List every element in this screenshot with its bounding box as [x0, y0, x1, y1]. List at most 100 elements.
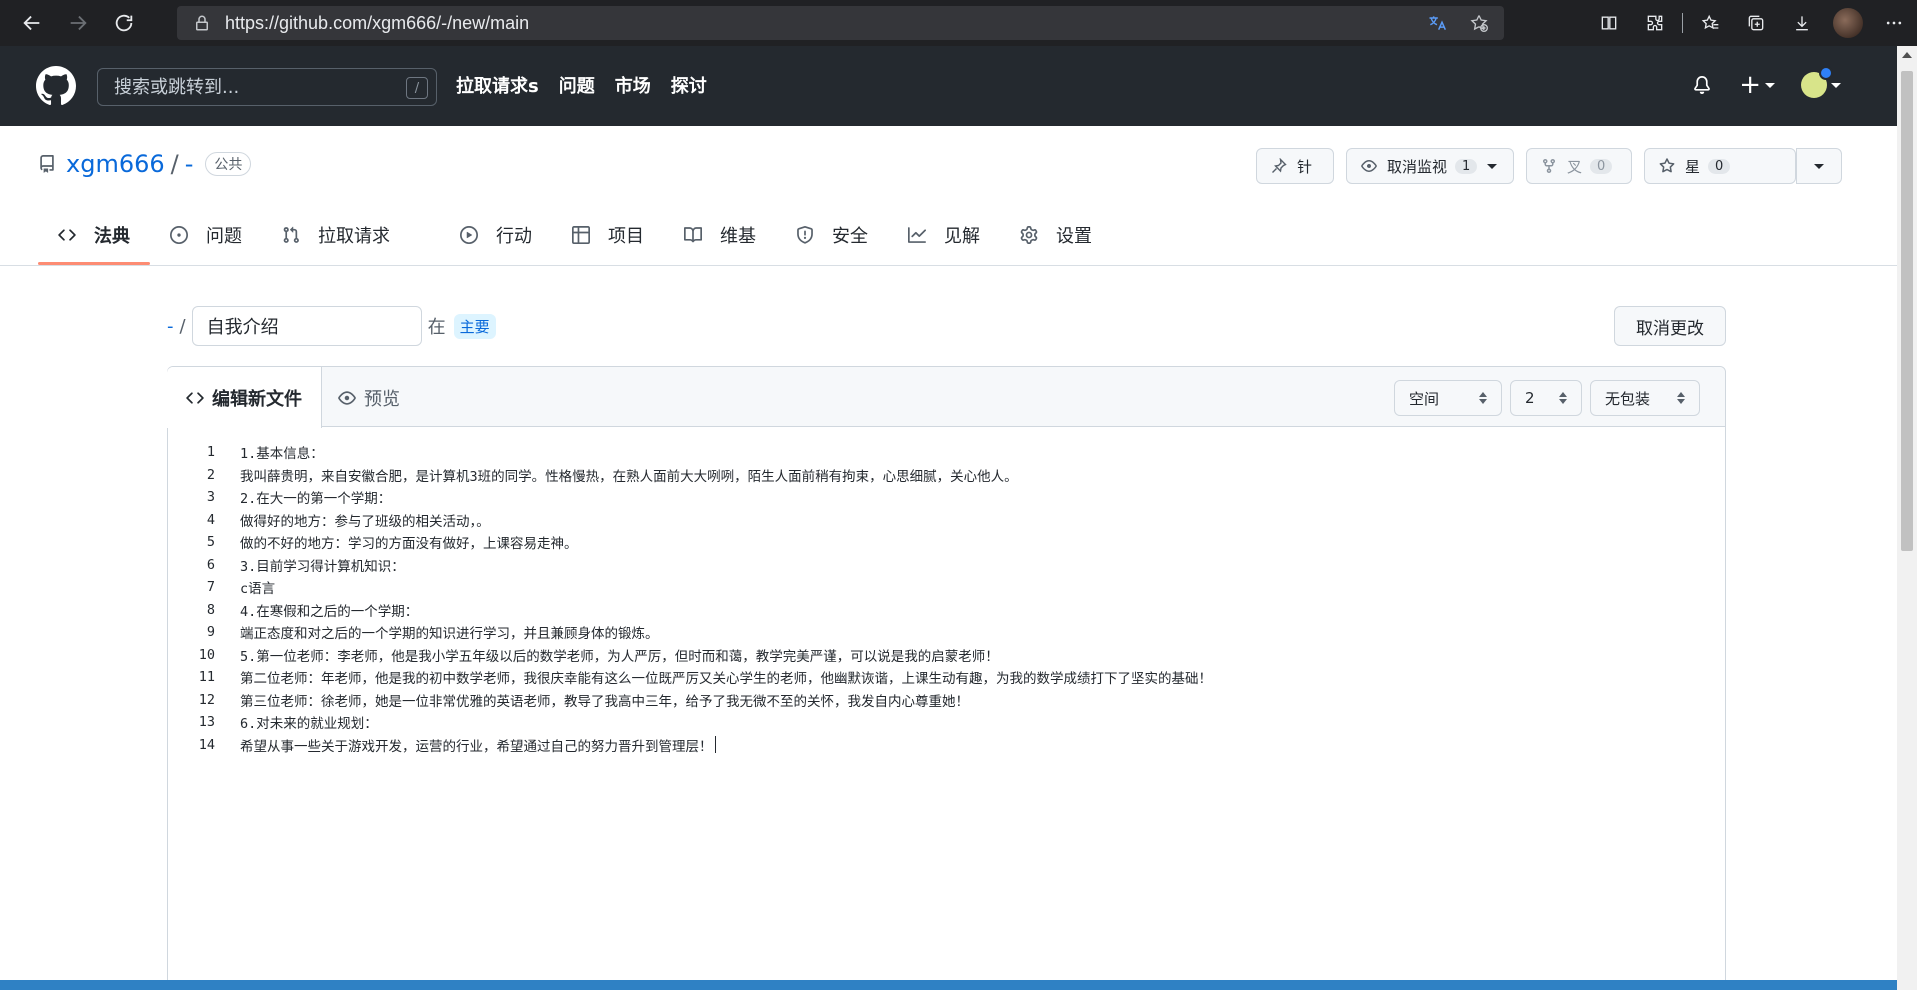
line-content: 4.在寒假和之后的一个学期：	[240, 603, 419, 620]
file-name-input[interactable]	[191, 306, 422, 346]
cancel-changes-button[interactable]: 取消更改	[1614, 306, 1726, 346]
wrap-mode-select[interactable]: 无包装	[1590, 380, 1700, 416]
graph-icon	[908, 225, 928, 245]
in-branch-text: 在	[427, 317, 446, 338]
header-nav: 拉取请求s 问题 市场 探讨	[456, 72, 707, 98]
github-header: / 拉取请求s 问题 市场 探讨 +	[0, 46, 1897, 126]
select-arrows-icon	[1479, 392, 1487, 404]
wrap-mode-value: 无包装	[1605, 389, 1651, 408]
path-separator: /	[179, 315, 186, 337]
line-number: 2	[206, 466, 215, 483]
tab-label: 见解	[944, 226, 980, 247]
scroll-thumb[interactable]	[1901, 71, 1913, 551]
favorite-add-icon[interactable]	[1468, 12, 1490, 34]
tab-wiki[interactable]: 维基	[664, 205, 776, 265]
create-new-button[interactable]: +	[1739, 72, 1775, 98]
reload-button[interactable]	[101, 0, 147, 46]
user-menu-button[interactable]	[1801, 66, 1841, 98]
preview-tab-label: 预览	[364, 388, 400, 410]
chevron-down-icon	[1487, 163, 1498, 169]
tab-insights[interactable]: 见解	[888, 205, 1000, 265]
indent-mode-select[interactable]: 空间	[1394, 380, 1502, 416]
text-cursor	[714, 736, 716, 754]
pin-button[interactable]: 针	[1256, 148, 1334, 184]
repo-icon	[40, 155, 54, 173]
reading-view-icon[interactable]	[1586, 0, 1632, 46]
play-icon	[460, 225, 480, 245]
more-menu-icon[interactable]	[1871, 0, 1917, 46]
tab-code[interactable]: 法典	[38, 205, 150, 265]
translate-icon[interactable]	[1426, 12, 1448, 34]
collections-icon[interactable]	[1733, 0, 1779, 46]
code-line: 1 1.基本信息：	[168, 441, 1725, 464]
tab-label: 维基	[720, 226, 756, 247]
back-button[interactable]	[9, 0, 55, 46]
visibility-badge: 公共	[205, 152, 252, 176]
line-number: 10	[198, 646, 215, 663]
bell-icon[interactable]	[1691, 74, 1713, 96]
notification-dot	[1819, 66, 1833, 80]
line-content: 6.对未来的就业规划：	[240, 716, 378, 733]
repo-owner-link[interactable]: xgm666	[66, 150, 165, 178]
tab-projects[interactable]: 项目	[552, 205, 664, 265]
search-box[interactable]: /	[97, 68, 437, 106]
code-line: 12 第三位老师：徐老师，她是一位非常优雅的英语老师，教导了我高中三年，给予了我无…	[168, 689, 1725, 712]
arrow-right-icon	[70, 15, 87, 31]
star-dropdown-button[interactable]	[1796, 148, 1842, 184]
profile-button[interactable]	[1825, 0, 1871, 46]
tab-settings[interactable]: 设置	[1000, 205, 1112, 265]
tab-label: 行动	[496, 226, 532, 247]
tab-label: 安全	[832, 226, 868, 247]
nav-issues[interactable]: 问题	[559, 72, 595, 98]
line-content: 第三位老师：徐老师，她是一位非常优雅的英语老师，教导了我高中三年，给予了我无微不…	[240, 693, 969, 710]
repo-name-link[interactable]: -	[185, 150, 194, 178]
scroll-up-icon[interactable]	[1902, 52, 1912, 58]
page-scrollbar[interactable]	[1897, 46, 1917, 990]
tab-actions[interactable]: 行动	[440, 205, 552, 265]
tab-issues[interactable]: 问题	[150, 205, 262, 265]
code-line: 9 端正态度和对之后的一个学期的知识进行学习，并且兼顾身体的锻炼。	[168, 621, 1725, 644]
nav-marketplace[interactable]: 市场	[615, 72, 651, 98]
line-number: 9	[206, 624, 215, 641]
github-logo-icon[interactable]	[36, 66, 76, 106]
watch-count: 1	[1455, 158, 1478, 174]
tab-preview[interactable]: 预览	[338, 367, 400, 428]
path-root-link[interactable]: -	[167, 316, 174, 337]
downloads-icon[interactable]	[1779, 0, 1825, 46]
watch-button[interactable]: 取消监视 1	[1346, 148, 1514, 184]
tab-security[interactable]: 安全	[776, 205, 888, 265]
profile-avatar	[1833, 8, 1863, 38]
line-content: 5.第一位老师：李老师，他是我小学五年级以后的数学老师，为人严厉，但时而和蔼，教…	[240, 648, 999, 665]
search-shortcut-key: /	[406, 77, 428, 99]
indent-size-value: 2	[1525, 389, 1535, 407]
tab-edit-new-file[interactable]: 编辑新文件	[167, 367, 322, 428]
code-line: 2 我叫薛贵明，来自安徽合肥，是计算机3班的同学。性格慢热，在熟人面前大大咧咧，陌…	[168, 464, 1725, 487]
toolbar-separator	[1682, 13, 1683, 33]
search-input[interactable]	[98, 76, 388, 98]
code-line: 13 6.对未来的就业规划：	[168, 711, 1725, 734]
line-number: 11	[198, 669, 215, 686]
code-editor[interactable]: 1 1.基本信息： 2 我叫薛贵明，来自安徽合肥，是计算机3班的同学。性格慢热，在熟…	[168, 441, 1725, 756]
file-path-row: - / 在 主要	[167, 306, 496, 346]
extensions-icon[interactable]	[1632, 0, 1678, 46]
star-label[interactable]: 星	[1685, 156, 1700, 177]
line-number: 12	[198, 691, 215, 708]
repo-title: xgm666 / - 公共	[38, 150, 252, 178]
line-content: 第二位老师：年老师，他是我的初中数学老师，我很庆幸能有这么一位既严厉又关心学生的…	[240, 671, 1212, 688]
nav-pull-requests[interactable]: 拉取请求s	[456, 72, 539, 98]
fork-button[interactable]: 叉 0	[1526, 148, 1632, 184]
indent-size-select[interactable]: 2	[1510, 380, 1582, 416]
tab-pull-requests[interactable]: 拉取请求	[262, 205, 440, 265]
forward-button[interactable]	[55, 0, 101, 46]
tab-label: 拉取请求	[318, 226, 390, 247]
code-icon	[58, 225, 78, 245]
address-bar[interactable]: https://github.com/xgm666/-/new/main	[177, 6, 1504, 40]
code-line: 8 4.在寒假和之后的一个学期：	[168, 599, 1725, 622]
favorites-icon[interactable]	[1687, 0, 1733, 46]
code-line: 7 c语言	[168, 576, 1725, 599]
refresh-icon	[115, 14, 133, 32]
line-number: 7	[206, 579, 215, 596]
line-content: c语言	[240, 581, 276, 598]
line-number: 13	[198, 714, 215, 731]
nav-explore[interactable]: 探讨	[671, 72, 707, 98]
